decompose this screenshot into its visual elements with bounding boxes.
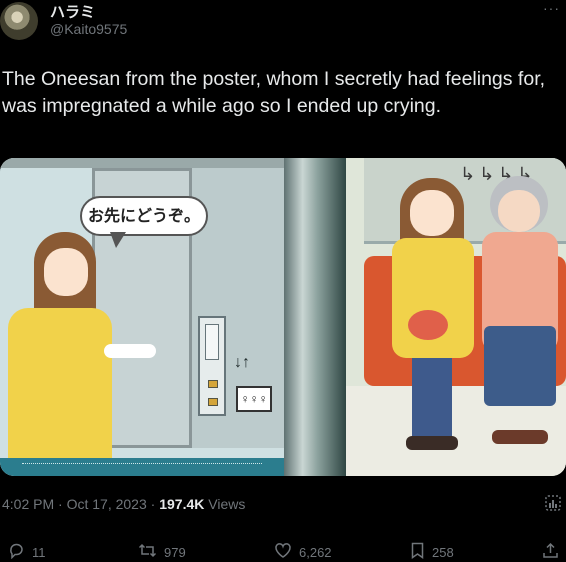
meta-separator: · xyxy=(150,496,156,512)
tweet-text: The Oneesan from the poster, whom I secr… xyxy=(2,68,546,117)
maternity-badge xyxy=(408,310,448,340)
tweet-image[interactable]: ↓↑ ♀♀♀ お先にどうぞ。 ↳↳↳↳ xyxy=(0,158,566,476)
up-down-arrows-icon: ↓↑ xyxy=(234,354,250,371)
views-label: Views xyxy=(208,496,246,512)
display-name[interactable]: ハラミ xyxy=(50,1,95,22)
shoes xyxy=(492,430,548,444)
bookmark-icon xyxy=(410,542,425,562)
elevator-control-panel xyxy=(198,316,226,416)
elevator-button xyxy=(208,380,218,388)
elderly-woman-illustration xyxy=(480,176,560,456)
apron-dress xyxy=(8,308,112,458)
woman-illustration xyxy=(8,232,156,458)
tweet-date[interactable]: Oct 17, 2023 xyxy=(67,496,147,512)
reply-count: 11 xyxy=(32,545,46,560)
face xyxy=(44,248,88,296)
reply-icon xyxy=(8,542,25,562)
reply-button[interactable]: 11 xyxy=(8,542,46,562)
pregnant-woman-illustration xyxy=(388,178,478,458)
face xyxy=(410,190,454,236)
face xyxy=(498,190,540,232)
user-handle[interactable]: @Kaito9575 xyxy=(50,21,127,37)
retweet-icon xyxy=(138,542,157,562)
train-door-pole xyxy=(284,158,346,476)
shoes xyxy=(406,436,458,450)
tweet-time[interactable]: 4:02 PM xyxy=(2,496,54,512)
retweet-count: 979 xyxy=(164,545,186,560)
avatar[interactable] xyxy=(0,2,38,40)
views-count: 197.4K xyxy=(159,496,205,512)
door-frame xyxy=(0,158,284,168)
bookmark-button[interactable]: 258 xyxy=(410,542,454,562)
action-bar: 11 979 6,262 258 xyxy=(0,538,566,562)
analytics-icon[interactable] xyxy=(544,494,562,512)
share-button[interactable] xyxy=(542,542,559,562)
share-icon xyxy=(542,542,559,562)
elevator-button xyxy=(208,398,218,406)
speech-bubble-tail xyxy=(110,232,126,248)
tweet-header: ハラミ @Kaito9575 ··· xyxy=(0,0,566,48)
legs xyxy=(412,358,452,438)
meta-separator: · xyxy=(58,496,63,512)
gesturing-arm xyxy=(104,344,156,358)
speech-bubble: お先にどうぞ。 xyxy=(80,196,208,236)
like-count: 6,262 xyxy=(299,545,332,560)
skirt xyxy=(484,326,556,406)
retweet-button[interactable]: 979 xyxy=(138,542,186,562)
elevator-poster-panel: ↓↑ ♀♀♀ お先にどうぞ。 xyxy=(0,158,284,476)
apron-dress xyxy=(392,238,474,358)
train-seat-poster-panel: ↳↳↳↳ xyxy=(346,158,566,476)
people-sign-icon: ♀♀♀ xyxy=(236,386,272,412)
like-button[interactable]: 6,262 xyxy=(274,542,332,562)
tweet-meta: 4:02 PM · Oct 17, 2023 · 197.4K Views xyxy=(2,496,245,512)
bookmark-count: 258 xyxy=(432,545,454,560)
more-options-icon[interactable]: ··· xyxy=(543,0,560,16)
heart-icon xyxy=(274,542,292,562)
poster-caption-strip xyxy=(0,458,284,476)
panel-display xyxy=(205,324,219,360)
